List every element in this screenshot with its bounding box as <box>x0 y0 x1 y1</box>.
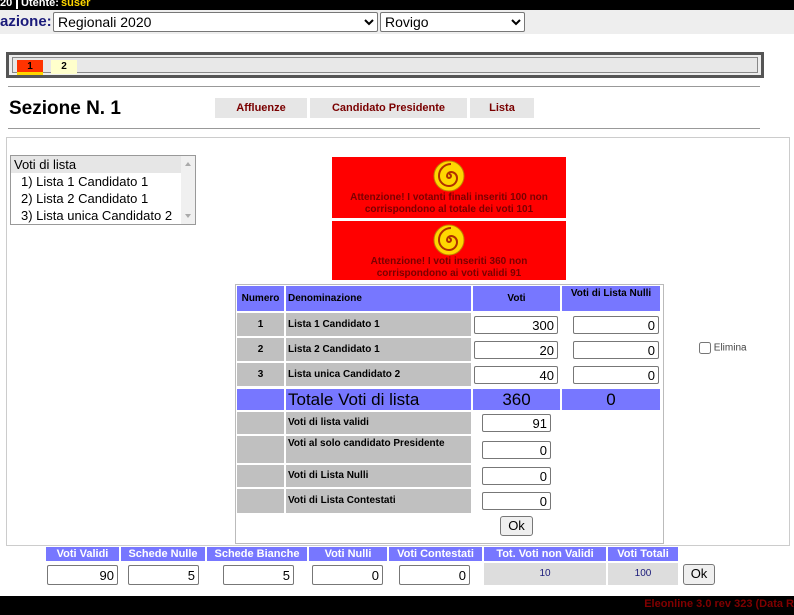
tab-lista[interactable]: Lista <box>470 98 534 118</box>
total-nulli: 0 <box>562 389 660 410</box>
lista-nulli-label: Voti di Lista Nulli <box>286 465 471 487</box>
voti-input[interactable] <box>474 341 558 359</box>
ok-button[interactable]: Ok <box>500 516 533 536</box>
total-voti: 360 <box>473 389 560 410</box>
elimina-checkbox[interactable] <box>699 342 711 354</box>
elimina-control[interactable]: Elimina <box>699 342 747 354</box>
validi-input[interactable] <box>482 414 551 432</box>
row-spacer <box>237 489 284 513</box>
user-label: Utente: <box>16 0 59 9</box>
row-spacer <box>237 465 284 487</box>
voti-contestati-input[interactable] <box>399 565 470 585</box>
footer-text: Eleonline 3.0 rev 323 (Data R <box>644 598 794 610</box>
page-title: Sezione N. 1 <box>9 98 121 119</box>
row-name: Lista unica Candidato 2 <box>286 363 471 386</box>
summary-header: Schede Nulle <box>121 547 205 561</box>
summary-header: Voti Validi <box>46 547 119 561</box>
summary-header: Schede Bianche <box>207 547 307 561</box>
warning-text: Attenzione! I votanti finali inseriti 10… <box>350 192 548 215</box>
validi-label: Voti di lista validi <box>286 412 471 434</box>
listbox-scrollbar[interactable] <box>181 156 195 224</box>
row-number: 3 <box>237 363 284 386</box>
selector-bar: azione: Regionali 2020 Rovigo <box>0 10 794 34</box>
warning-text: Attenzione! I voti inseriti 360 non corr… <box>370 256 528 279</box>
voti-input[interactable] <box>474 366 558 384</box>
summary-header: Voti Contestati <box>389 547 482 561</box>
tab-candidato-presidente[interactable]: Candidato Presidente <box>310 98 467 118</box>
section-tab-1[interactable]: 1 <box>17 60 43 75</box>
voti-validi-input[interactable] <box>47 565 118 585</box>
nulli-input[interactable] <box>573 341 659 359</box>
spiral-warning-icon <box>433 224 465 256</box>
list-selector[interactable]: Voti di lista 1) Lista 1 Candidato 1 2) … <box>10 155 196 225</box>
summary-ok-button[interactable]: Ok <box>683 564 715 585</box>
list-item[interactable]: 1) Lista 1 Candidato 1 <box>11 173 195 190</box>
schede-bianche-input[interactable] <box>223 565 294 585</box>
warning-box: Attenzione! I votanti finali inseriti 10… <box>332 157 566 218</box>
total-label: Totale Voti di lista <box>286 389 471 410</box>
nulli-input[interactable] <box>573 366 659 384</box>
top-bar: 20 Utente: suser <box>0 0 794 10</box>
row-spacer <box>237 412 284 434</box>
voti-totali-value: 100 <box>608 563 678 585</box>
section-tab-2[interactable]: 2 <box>51 60 77 74</box>
list-item[interactable]: 2) Lista 2 Candidato 1 <box>11 190 195 207</box>
election-label: azione: <box>0 13 52 30</box>
year-fragment: 20 <box>0 0 13 9</box>
summary-header: Voti Totali <box>608 547 678 561</box>
user-name: suser <box>61 0 91 9</box>
lista-nulli-input[interactable] <box>482 467 551 485</box>
voti-nulli-input[interactable] <box>312 565 383 585</box>
election-select[interactable]: Regionali 2020 <box>53 12 378 32</box>
row-name: Lista 1 Candidato 1 <box>286 313 471 336</box>
col-header-numero: Numero <box>237 286 284 311</box>
scroll-arrows-icon <box>185 162 191 218</box>
col-header-voti: Voti <box>473 286 560 311</box>
footer-bar: Eleonline 3.0 rev 323 (Data R <box>0 596 794 615</box>
elimina-label: Elimina <box>713 342 747 354</box>
list-item[interactable]: 3) Lista unica Candidato 2 <box>11 207 195 224</box>
spiral-warning-icon <box>433 160 465 192</box>
row-number: 1 <box>237 313 284 336</box>
nulli-input[interactable] <box>573 316 659 334</box>
voti-input[interactable] <box>474 316 558 334</box>
col-header-nulli: Voti di Lista Nulli <box>562 286 660 311</box>
contestati-input[interactable] <box>482 492 551 510</box>
solo-presidente-input[interactable] <box>482 441 551 459</box>
schede-nulle-input[interactable] <box>128 565 199 585</box>
col-header-denominazione: Denominazione <box>286 286 471 311</box>
divider <box>8 128 760 129</box>
total-row-spacer <box>237 389 284 410</box>
row-name: Lista 2 Candidato 1 <box>286 338 471 361</box>
tab-affluenze[interactable]: Affluenze <box>215 98 307 118</box>
municipality-select[interactable]: Rovigo <box>380 12 525 32</box>
tot-non-validi-value: 10 <box>484 563 606 585</box>
solo-presidente-label: Voti al solo candidato Presidente <box>286 436 471 463</box>
row-spacer <box>237 436 284 463</box>
list-selector-header[interactable]: Voti di lista <box>11 156 195 173</box>
summary-header: Tot. Voti non Validi <box>484 547 606 561</box>
section-tabstrip: 1 2 <box>6 52 764 78</box>
summary-header: Voti Nulli <box>309 547 387 561</box>
divider <box>8 86 760 87</box>
contestati-label: Voti di Lista Contestati <box>286 489 471 513</box>
row-number: 2 <box>237 338 284 361</box>
warning-box: Attenzione! I voti inseriti 360 non corr… <box>332 221 566 280</box>
